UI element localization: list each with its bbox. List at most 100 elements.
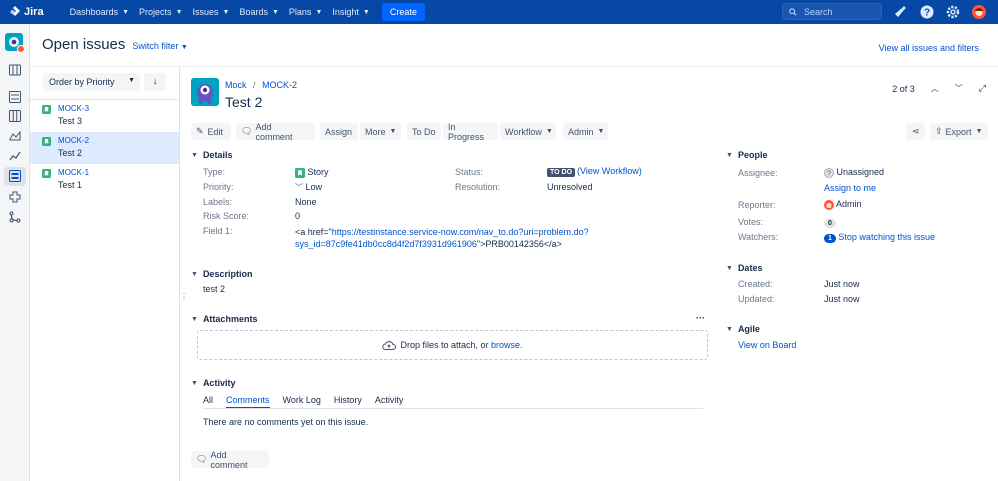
created-value: Just now xyxy=(824,279,860,289)
activity-section-header[interactable]: ▼ Activity xyxy=(191,378,235,388)
dates-section-header[interactable]: ▼ Dates xyxy=(726,263,762,273)
votes-value[interactable]: 0 xyxy=(824,217,836,228)
breadcrumb-project-link[interactable]: Mock xyxy=(225,80,247,90)
resolution-value: Unresolved xyxy=(547,182,593,192)
list-item-selected[interactable]: MOCK-2 Test 2 xyxy=(30,132,179,164)
chevron-down-icon: ▼ xyxy=(975,128,983,135)
agile-heading: Agile xyxy=(737,324,760,334)
chevron-down-icon: ▼ xyxy=(726,264,733,272)
breadcrumb-issue-key-link[interactable]: MOCK-2 xyxy=(262,80,297,90)
assign-button[interactable]: Assign xyxy=(320,123,358,140)
to-do-button[interactable]: To Do xyxy=(407,123,441,140)
arrow-down-icon: ↓ xyxy=(152,76,158,87)
stop-watching-link[interactable]: Stop watching this issue xyxy=(838,232,935,242)
export-button[interactable]: ⇪ Export ▼ xyxy=(930,123,988,140)
people-section-header[interactable]: ▼ People xyxy=(726,150,767,160)
project-avatar-icon[interactable] xyxy=(5,33,25,53)
workflow-label: Workflow xyxy=(505,126,542,137)
comment-icon: 🗨 xyxy=(241,126,253,136)
agile-section-header[interactable]: ▼ Agile xyxy=(726,324,760,334)
details-section-header[interactable]: ▼ Details xyxy=(191,150,232,160)
chevron-down-icon: ▼ xyxy=(545,128,553,135)
sort-direction-button[interactable]: ↓ xyxy=(144,73,166,91)
list-item[interactable]: MOCK-1 Test 1 xyxy=(30,164,179,196)
workflow-button[interactable]: Workflow ▼ xyxy=(500,123,556,140)
issues-icon xyxy=(9,170,21,182)
chevron-down-icon: ▼ xyxy=(122,8,130,16)
page-header: Open issues Switch filter ▼ xyxy=(42,36,188,53)
tab-work-log[interactable]: Work Log xyxy=(283,395,321,409)
view-workflow-link[interactable]: (View Workflow) xyxy=(577,166,642,176)
nav-boards[interactable]: Boards ▼ xyxy=(239,3,278,21)
help-icon[interactable]: ? xyxy=(920,5,934,19)
browse-link[interactable]: browse. xyxy=(491,340,523,350)
nav-dashboards[interactable]: Dashboards ▼ xyxy=(70,3,129,21)
reports-icon[interactable] xyxy=(9,150,21,162)
watchers-badge[interactable]: 1 xyxy=(824,234,836,243)
field1-link[interactable]: https://testinstance.service-now.com/nav… xyxy=(332,227,589,237)
pager-text: 2 of 3 xyxy=(892,83,915,94)
board-icon[interactable] xyxy=(9,110,21,122)
backlog-icon[interactable] xyxy=(9,91,21,103)
add-comment-button[interactable]: 🗨 Add comment xyxy=(236,122,315,142)
tab-comments[interactable]: Comments xyxy=(226,395,270,409)
jira-logo-icon xyxy=(10,6,20,16)
tab-all[interactable]: All xyxy=(203,395,213,409)
primary-nav: Dashboards ▼ Projects ▼ Issues ▼ Boards ▼ Pl… xyxy=(70,3,425,21)
notification-icon[interactable] xyxy=(893,5,907,19)
chevron-up-icon[interactable]: ︿ xyxy=(931,83,939,94)
description-section-header[interactable]: ▼ Description xyxy=(191,269,252,279)
add-comment-bottom-button[interactable]: 🗨 Add comment xyxy=(191,450,269,470)
edit-button[interactable]: ✎ Edit xyxy=(191,123,231,140)
create-button[interactable]: Create xyxy=(381,3,425,21)
jira-logo-text: Jira xyxy=(24,6,44,18)
people-heading: People xyxy=(737,150,768,160)
view-on-board-link[interactable]: View on Board xyxy=(738,340,796,350)
admin-button[interactable]: Admin ▼ xyxy=(563,123,608,140)
nav-plans[interactable]: Plans ▼ xyxy=(289,3,322,21)
in-progress-button[interactable]: In Progress xyxy=(443,122,498,142)
updated-label: Updated: xyxy=(738,294,775,304)
details-heading: Details xyxy=(202,150,233,160)
profile-avatar-icon[interactable] xyxy=(972,5,986,19)
attachments-section-header[interactable]: ▼ Attachments xyxy=(191,314,257,324)
issue-key: MOCK-2 xyxy=(58,136,90,145)
assignee-value: ? Unassigned xyxy=(824,167,884,178)
chevron-down-icon[interactable]: ﹀ xyxy=(955,83,963,94)
pane-resize-handle[interactable]: ⋮ xyxy=(180,292,188,301)
field1-link-cont[interactable]: sys_id=87c9fe41db0cc8d4f2d7f3931d961906 xyxy=(295,239,477,249)
nav-insight[interactable]: Insight ▼ xyxy=(332,3,369,21)
project-avatar-icon[interactable] xyxy=(191,78,219,106)
search-input[interactable]: Search xyxy=(782,3,882,20)
chevron-down-icon: ▼ xyxy=(597,128,605,135)
more-button[interactable]: More ▼ xyxy=(360,123,401,140)
switch-filter-button[interactable]: Switch filter ▼ xyxy=(132,41,187,51)
list-item[interactable]: MOCK-3 Test 3 xyxy=(30,100,179,132)
components-icon[interactable] xyxy=(9,191,21,203)
issue-list-pane: Order by Priority ▼ ↓ MOCK-3 Test 3 MOCK… xyxy=(30,66,180,481)
chevron-down-icon: ▼ xyxy=(362,8,370,16)
description-text[interactable]: test 2 xyxy=(203,284,225,294)
story-icon xyxy=(42,105,51,114)
expand-icon[interactable]: ⤢ xyxy=(979,83,986,94)
tab-activity[interactable]: Activity xyxy=(375,395,404,409)
votes-badge: 0 xyxy=(824,219,836,228)
order-by-dropdown[interactable]: Order by Priority ▼ xyxy=(43,73,140,91)
share-button[interactable]: ⋖ xyxy=(906,123,925,140)
nav-projects[interactable]: Projects ▼ xyxy=(139,3,182,21)
assign-to-me-link[interactable]: Assign to me xyxy=(824,183,876,193)
tab-history[interactable]: History xyxy=(334,395,362,409)
view-all-issues-link[interactable]: View all issues and filters xyxy=(879,43,979,53)
releases-icon[interactable] xyxy=(9,130,21,142)
project-sidebar xyxy=(0,24,30,481)
attachment-dropzone[interactable]: Drop files to attach, or browse. xyxy=(197,330,708,360)
jira-logo[interactable]: Jira xyxy=(9,6,44,18)
sidebar-item-issues-active[interactable] xyxy=(4,167,26,186)
nav-issues[interactable]: Issues ▼ xyxy=(193,3,230,21)
attachments-more-button[interactable]: ··· xyxy=(696,313,705,323)
code-icon[interactable] xyxy=(9,211,21,223)
issue-title[interactable]: Test 2 xyxy=(225,94,262,110)
chevron-down-icon: ▼ xyxy=(315,8,323,16)
settings-icon[interactable] xyxy=(946,5,960,19)
roadmap-icon[interactable] xyxy=(9,64,21,76)
